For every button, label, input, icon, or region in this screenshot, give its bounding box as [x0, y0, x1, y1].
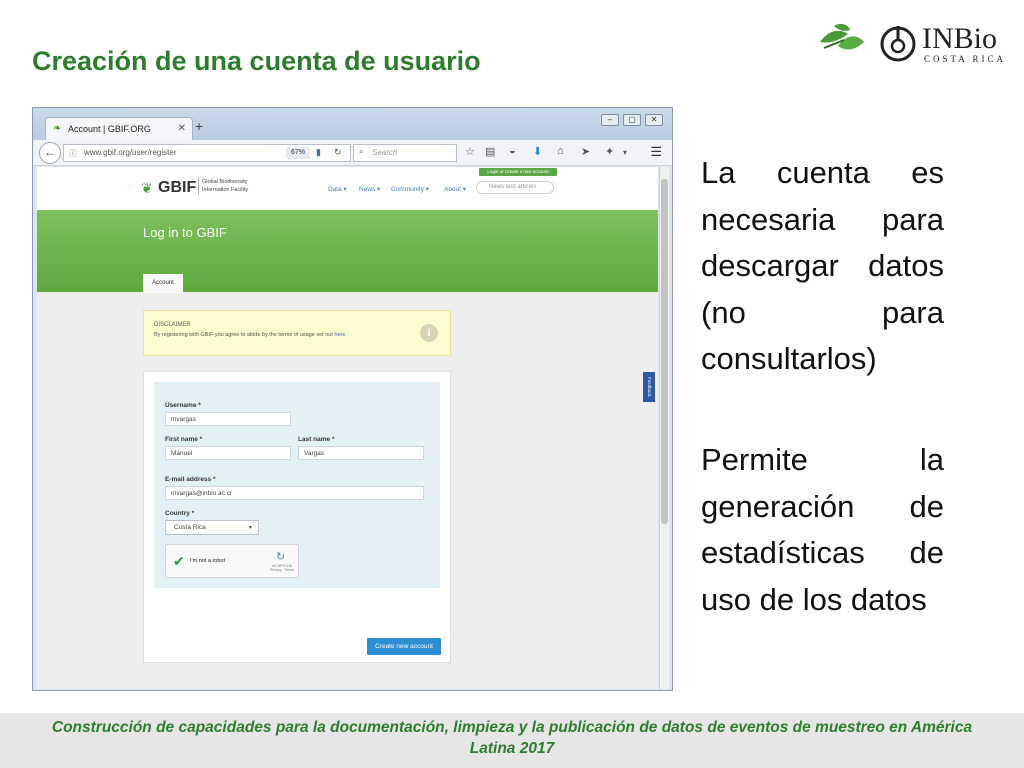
gbif-leaf-icon: ❦ — [141, 180, 153, 196]
new-tab-icon[interactable]: + — [195, 118, 203, 134]
last-name-input[interactable]: Vargas — [298, 446, 424, 460]
captcha-label: I'm not a robot — [190, 558, 225, 564]
paragraph-statistics: Permite la generación de estadísticas de… — [701, 442, 944, 617]
hero-band — [37, 210, 658, 292]
nav-news[interactable]: News ▾ — [359, 185, 380, 193]
captcha-brand: reCAPTCHA Privacy - Terms — [270, 564, 294, 572]
chevron-down-icon: ▾ — [248, 525, 252, 531]
gbif-subtitle-line: Information Facility — [202, 187, 249, 193]
info-icon: i — [420, 324, 438, 342]
gbif-subtitle-line: Global Biodiversity — [202, 179, 248, 185]
minimize-icon[interactable]: – — [601, 114, 619, 126]
browser-navbar: ← ⓘ www.gbif.org/user/register 67% ▮ ↻ ⌕… — [33, 140, 672, 166]
first-name-input[interactable]: Manuel — [165, 446, 291, 460]
page-viewport: ❦ GBIF Global Biodiversity Information F… — [37, 167, 658, 689]
nav-about[interactable]: About ▾ — [444, 185, 466, 193]
disclaimer-text: By registering with GBIF you agree to ab… — [154, 332, 347, 338]
create-account-button[interactable]: Create new account — [367, 638, 441, 655]
country-select[interactable]: Costa Rica ▾ — [165, 520, 259, 535]
gbif-logo-subtitle: Global Biodiversity Information Facility — [198, 178, 248, 194]
checkmark-icon: ✔ — [173, 553, 185, 569]
disclaimer-title: DISCLAIMER — [154, 322, 191, 328]
scrollbar-thumb[interactable] — [661, 179, 668, 524]
chevron-down-icon[interactable]: ▾ — [623, 148, 627, 157]
browser-screenshot: ❧ Account | GBIF.ORG ✕ + – ▢ ✕ ← ⓘ www.g… — [32, 107, 673, 691]
search-bar[interactable]: ⌕ Search — [353, 144, 457, 162]
reload-icon[interactable]: ↻ — [334, 147, 342, 158]
url-bar[interactable]: ⓘ www.gbif.org/user/register 67% ▮ ↻ — [63, 144, 351, 162]
terms-link[interactable]: here. — [334, 332, 347, 338]
zoom-level[interactable]: 67% — [286, 147, 310, 159]
bookmark-star-icon[interactable]: ☆ — [465, 145, 475, 158]
gbif-logo[interactable]: GBIF — [158, 179, 196, 197]
nav-data[interactable]: Data ▾ — [328, 185, 347, 193]
maximize-icon[interactable]: ▢ — [623, 114, 641, 126]
first-name-label: First name * — [165, 436, 203, 443]
site-search-placeholder: News and articles — [489, 184, 537, 190]
inbio-logo: INBio COSTA RICA — [818, 18, 1008, 70]
feedback-tab[interactable]: Feedback — [643, 372, 655, 402]
menu-icon[interactable]: ☰ — [650, 144, 662, 160]
disclaimer-box: DISCLAIMER By registering with GBIF you … — [143, 310, 451, 356]
info-icon[interactable]: ⓘ — [69, 148, 77, 159]
scrollbar[interactable] — [659, 167, 669, 689]
gbif-header: ❦ GBIF Global Biodiversity Information F… — [37, 167, 658, 210]
country-value: Costa Rica — [174, 524, 206, 531]
slide-title: Creación de una cuenta de usuario — [32, 46, 481, 76]
page-heading: Log in to GBIF — [143, 225, 227, 240]
search-placeholder: Search — [372, 148, 398, 157]
url-text: www.gbif.org/user/register — [84, 148, 177, 157]
send-icon[interactable]: ➤ — [581, 145, 590, 158]
recaptcha-widget[interactable]: ✔ I'm not a robot ↻ reCAPTCHA Privacy - … — [165, 544, 299, 578]
nav-community[interactable]: Community ▾ — [391, 185, 429, 193]
registration-form: Username * mvargas First name * Manuel L… — [154, 382, 440, 588]
username-label: Username * — [165, 402, 201, 409]
registration-card: Username * mvargas First name * Manuel L… — [143, 371, 451, 663]
footer-text: Construcción de capacidades para la docu… — [51, 719, 973, 757]
browser-titlebar: ❧ Account | GBIF.ORG ✕ + – ▢ ✕ — [33, 108, 672, 140]
close-tab-icon[interactable]: ✕ — [178, 123, 186, 134]
logo-name: INBio — [922, 22, 997, 55]
inbio-mark-icon — [880, 26, 916, 62]
disclaimer-body: By registering with GBIF you agree to ab… — [154, 332, 333, 338]
tab-title: Account | GBIF.ORG — [68, 124, 151, 134]
paragraph-account-purpose: La cuenta es necesaria para descargar da… — [701, 155, 944, 376]
search-icon: ⌕ — [359, 147, 364, 156]
close-window-icon[interactable]: ✕ — [645, 114, 663, 126]
email-label: E-mail address * — [165, 476, 216, 483]
reading-list-icon[interactable]: ▤ — [485, 145, 495, 158]
download-icon[interactable]: ⬇ — [533, 145, 542, 158]
country-label: Country * — [165, 510, 195, 517]
back-arrow-icon[interactable]: ← — [39, 142, 61, 164]
reader-icon[interactable]: ▮ — [316, 147, 321, 158]
site-search-input[interactable]: News and articles — [476, 181, 554, 194]
pocket-icon[interactable]: ◒ — [509, 145, 516, 157]
browser-tab[interactable]: ❧ Account | GBIF.ORG ✕ — [45, 117, 193, 140]
email-field[interactable]: mvargas@inbio.ac.cr — [165, 486, 424, 500]
tab-account[interactable]: Account — [143, 274, 183, 293]
slide: Creación de una cuenta de usuario INBio … — [0, 0, 1024, 768]
logo-subtitle: COSTA RICA — [924, 54, 1007, 64]
username-input[interactable]: mvargas — [165, 412, 291, 426]
gbif-favicon-icon: ❧ — [53, 123, 62, 134]
last-name-label: Last name * — [298, 436, 335, 443]
footer: Construcción de capacidades para la docu… — [0, 713, 1024, 768]
recaptcha-icon: ↻ — [276, 551, 286, 563]
home-icon[interactable]: ⌂ — [557, 145, 564, 157]
leaf-logo-icon — [820, 23, 864, 50]
captcha-terms[interactable]: Privacy - Terms — [270, 568, 294, 572]
login-link[interactable]: Login or Create a new account — [479, 168, 557, 176]
extension-icon[interactable]: ✦ — [605, 145, 614, 158]
